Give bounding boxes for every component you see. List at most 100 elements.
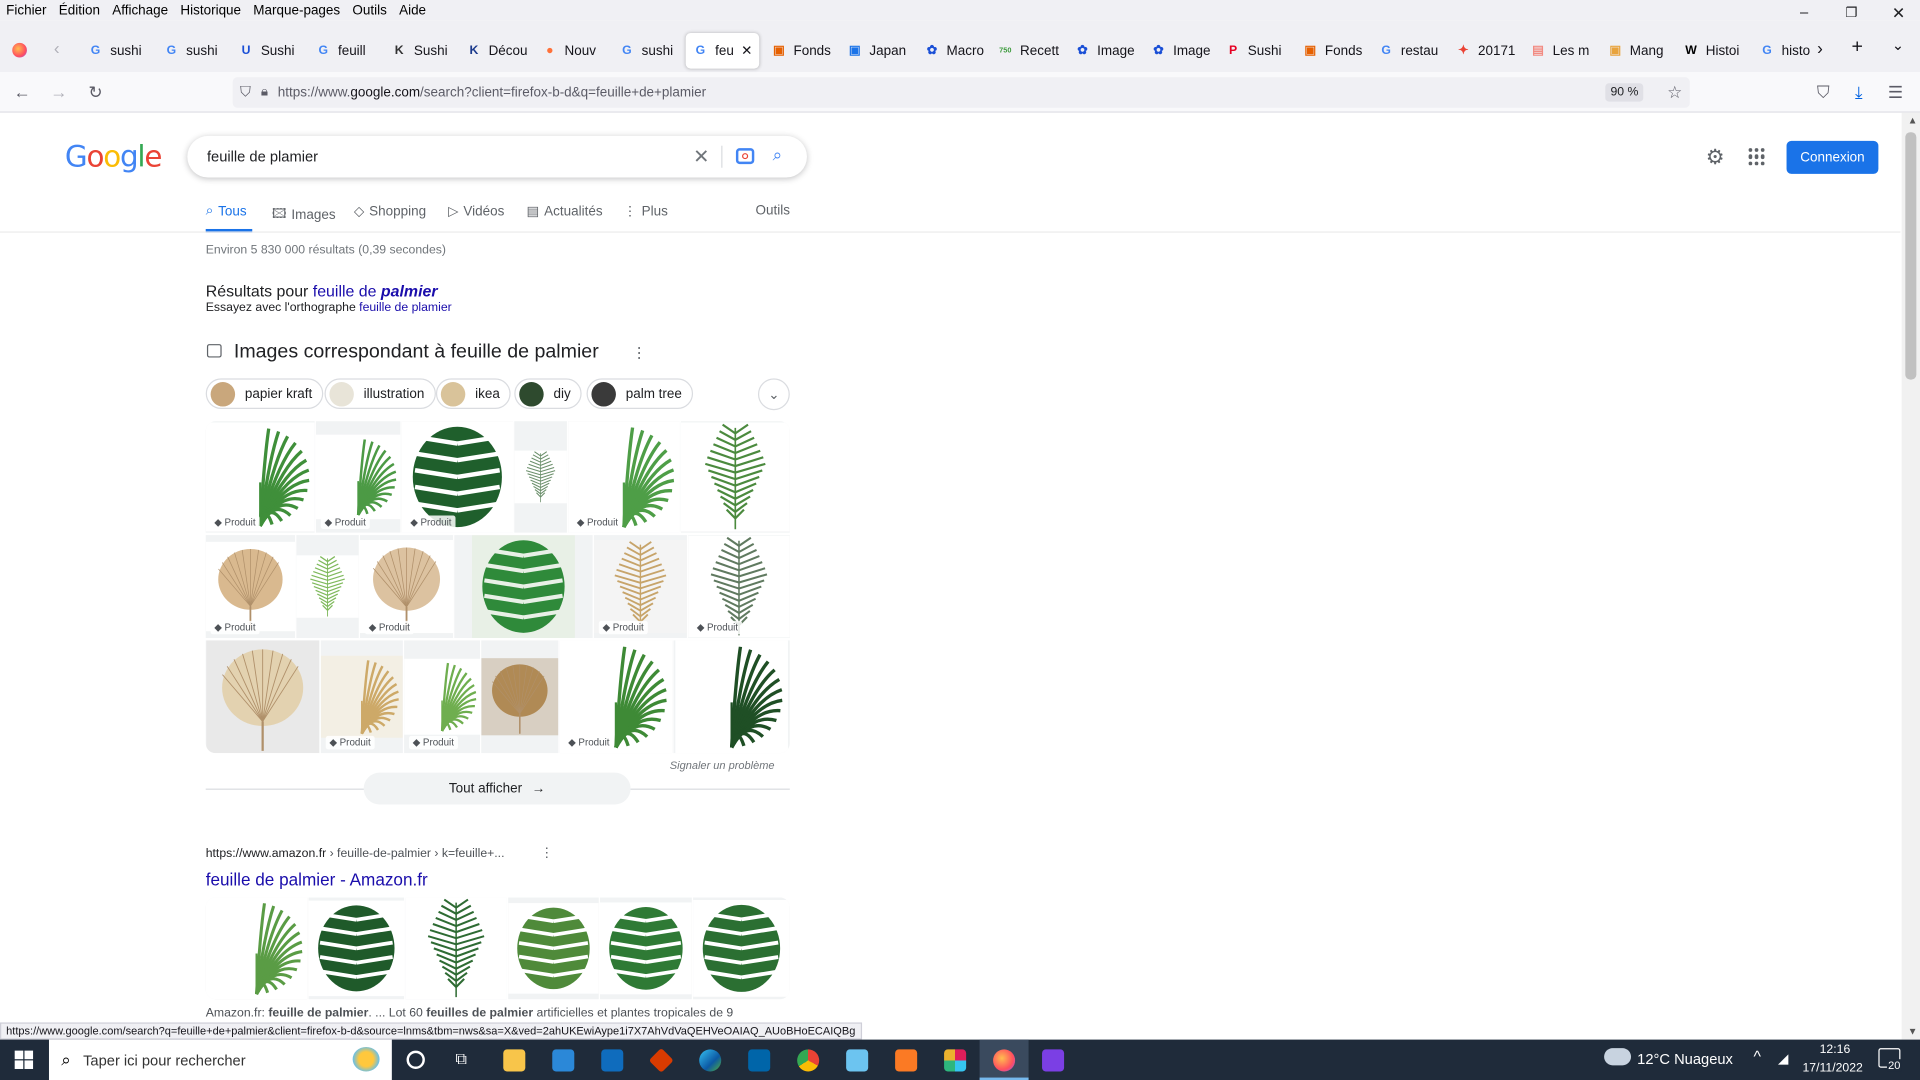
slack-icon[interactable] bbox=[944, 1049, 967, 1072]
corrected-query-link[interactable]: feuille de palmier bbox=[313, 282, 438, 300]
refinement-chip[interactable]: ikea bbox=[435, 378, 511, 409]
result-image-thumbnail[interactable] bbox=[600, 897, 692, 1000]
chrome-icon[interactable] bbox=[797, 1049, 820, 1072]
reload-icon[interactable]: ↻ bbox=[83, 80, 107, 104]
store-icon[interactable] bbox=[552, 1049, 575, 1072]
result-image-thumbnail[interactable] bbox=[205, 897, 308, 1000]
tray-chevron-icon[interactable]: ^ bbox=[1753, 1047, 1760, 1065]
browser-tab[interactable]: K Sushi bbox=[392, 33, 461, 69]
result-options-icon[interactable]: ⋮ bbox=[540, 845, 553, 861]
menu-item[interactable]: Affichage bbox=[112, 3, 168, 18]
cortana-icon[interactable] bbox=[406, 1050, 425, 1069]
browser-tab[interactable]: ▣ Fonds bbox=[1303, 33, 1372, 69]
image-result-thumbnail[interactable] bbox=[296, 535, 359, 638]
refinement-chip[interactable]: papier kraft bbox=[205, 378, 324, 409]
scroll-right-icon[interactable]: › bbox=[1817, 38, 1823, 58]
downloads-icon[interactable]: ⤓ bbox=[1847, 80, 1871, 104]
browser-tab[interactable]: Grestau bbox=[1379, 33, 1448, 69]
mail-icon[interactable] bbox=[601, 1049, 624, 1072]
settings-gear-icon[interactable]: ⚙ bbox=[1706, 146, 1725, 170]
pocket-icon[interactable]: ⛉ bbox=[1811, 80, 1835, 104]
image-result-thumbnail[interactable]: ◆ Produit bbox=[688, 535, 790, 638]
browser-tab[interactable]: ✦ 20171 bbox=[1456, 33, 1525, 69]
file-explorer-icon[interactable] bbox=[503, 1049, 526, 1072]
tab-images[interactable]: 🖾︎ Images bbox=[272, 203, 336, 226]
image-result-thumbnail[interactable] bbox=[481, 640, 559, 754]
tab-tous[interactable]: ⌕ Tous bbox=[206, 203, 247, 219]
firefox-view-icon[interactable] bbox=[12, 42, 27, 58]
expand-chips-icon[interactable]: ⌄ bbox=[757, 378, 790, 411]
image-result-thumbnail[interactable]: ◆ Produit bbox=[360, 535, 454, 638]
camera-icon[interactable] bbox=[735, 148, 755, 165]
browser-tab[interactable]: Gfeu ✕ bbox=[685, 33, 760, 69]
vscode-icon[interactable] bbox=[748, 1049, 771, 1072]
browser-tab[interactable]: ▣ Fonds bbox=[771, 33, 840, 69]
browser-tab[interactable]: ▣ Japan bbox=[847, 33, 916, 69]
browser-tab[interactable]: Gfeuill bbox=[316, 33, 385, 69]
restore-icon[interactable]: ❐ bbox=[1845, 5, 1857, 21]
browser-tab[interactable]: ✿ Macro bbox=[924, 33, 993, 69]
image-result-thumbnail[interactable] bbox=[673, 640, 790, 754]
image-result-thumbnail[interactable]: ◆ Produit bbox=[593, 535, 687, 638]
search-icon[interactable]: ⌕ bbox=[773, 144, 783, 165]
tab-videos[interactable]: ▷ Vidéos bbox=[448, 203, 504, 219]
image-result-thumbnail[interactable]: ◆ Produit bbox=[320, 640, 403, 754]
scroll-left-icon[interactable]: ‹ bbox=[54, 38, 60, 58]
tab-shopping[interactable]: ◇ Shopping bbox=[354, 203, 426, 219]
menu-item[interactable]: Fichier bbox=[6, 3, 46, 18]
browser-tab[interactable]: W Histoi bbox=[1684, 33, 1753, 69]
result-title-link[interactable]: feuille de palmier - Amazon.fr bbox=[206, 869, 428, 889]
result-image-thumbnail[interactable] bbox=[308, 897, 405, 1000]
weather-text[interactable]: 12°C Nuageux bbox=[1637, 1051, 1733, 1068]
result-image-thumbnail[interactable] bbox=[405, 897, 507, 1000]
outils-button[interactable]: Outils bbox=[756, 203, 790, 218]
bookmark-star-icon[interactable]: ☆ bbox=[1667, 82, 1682, 103]
lock-icon[interactable]: 🔒︎ bbox=[261, 84, 268, 100]
url-bar[interactable]: ⛉ 🔒︎ https://www. google.com/search?clien… bbox=[232, 77, 1690, 108]
refinement-chip[interactable]: diy bbox=[514, 378, 582, 409]
browser-tab[interactable]: P Sushi bbox=[1226, 33, 1295, 69]
google-logo[interactable]: Google bbox=[65, 140, 163, 174]
refinement-chip[interactable]: palm tree bbox=[586, 378, 693, 409]
browser-tab[interactable]: ▤ Les m bbox=[1531, 33, 1600, 69]
zoom-level[interactable]: 90 % bbox=[1605, 83, 1644, 102]
image-result-thumbnail[interactable] bbox=[514, 421, 567, 533]
windows-start-icon[interactable] bbox=[14, 1050, 34, 1069]
new-tab-icon[interactable]: + bbox=[1851, 37, 1862, 59]
notepad-icon[interactable] bbox=[846, 1049, 869, 1072]
browser-tab[interactable]: ▣ Mang bbox=[1608, 33, 1677, 69]
clear-icon[interactable]: ✕ bbox=[693, 144, 709, 168]
more-options-icon[interactable]: ⋮ bbox=[632, 344, 647, 361]
image-result-thumbnail[interactable]: ◆ Produit bbox=[315, 421, 401, 533]
search-input[interactable]: feuille de plamier bbox=[207, 148, 318, 165]
browser-tab[interactable]: ✿ Image bbox=[1075, 33, 1144, 69]
scrollbar-thumb[interactable] bbox=[1905, 132, 1917, 380]
app-icon[interactable] bbox=[648, 1047, 674, 1073]
menu-item[interactable]: Outils bbox=[352, 3, 386, 18]
show-all-button[interactable]: Tout afficher → bbox=[363, 772, 631, 805]
refinement-chip[interactable]: illustration bbox=[324, 378, 436, 409]
browser-tab[interactable]: U Sushi bbox=[239, 33, 308, 69]
menu-item[interactable]: Historique bbox=[180, 3, 241, 18]
close-tab-icon[interactable]: ✕ bbox=[741, 43, 752, 59]
image-result-thumbnail[interactable]: ◆ Produit bbox=[401, 421, 514, 533]
apps-grid-icon[interactable] bbox=[1748, 148, 1766, 166]
app-purple-icon[interactable] bbox=[1042, 1049, 1065, 1072]
edge-icon[interactable] bbox=[699, 1049, 722, 1072]
connexion-button[interactable]: Connexion bbox=[1786, 140, 1879, 174]
task-view-icon[interactable]: ⧉ bbox=[456, 1049, 467, 1069]
browser-tab[interactable]: K Décou bbox=[467, 33, 536, 69]
image-result-thumbnail[interactable]: ◆ Produit bbox=[568, 421, 680, 533]
search-box[interactable]: feuille de plamier ✕ ⌕ bbox=[187, 135, 807, 178]
browser-tab[interactable]: Gsushi bbox=[620, 33, 689, 69]
image-result-thumbnail[interactable] bbox=[680, 421, 790, 533]
clock-time[interactable]: 12:16 bbox=[1820, 1043, 1851, 1056]
clock-date[interactable]: 17/11/2022 bbox=[1802, 1062, 1862, 1075]
shield-icon[interactable]: ⛉ bbox=[240, 83, 251, 101]
result-image-thumbnail[interactable] bbox=[693, 897, 790, 1000]
image-result-thumbnail[interactable] bbox=[205, 640, 320, 754]
xampp-icon[interactable] bbox=[895, 1049, 918, 1072]
image-result-thumbnail[interactable]: ◆ Produit bbox=[205, 421, 315, 533]
result-image-thumbnail[interactable] bbox=[508, 897, 599, 1000]
menu-item[interactable]: Édition bbox=[59, 3, 100, 18]
